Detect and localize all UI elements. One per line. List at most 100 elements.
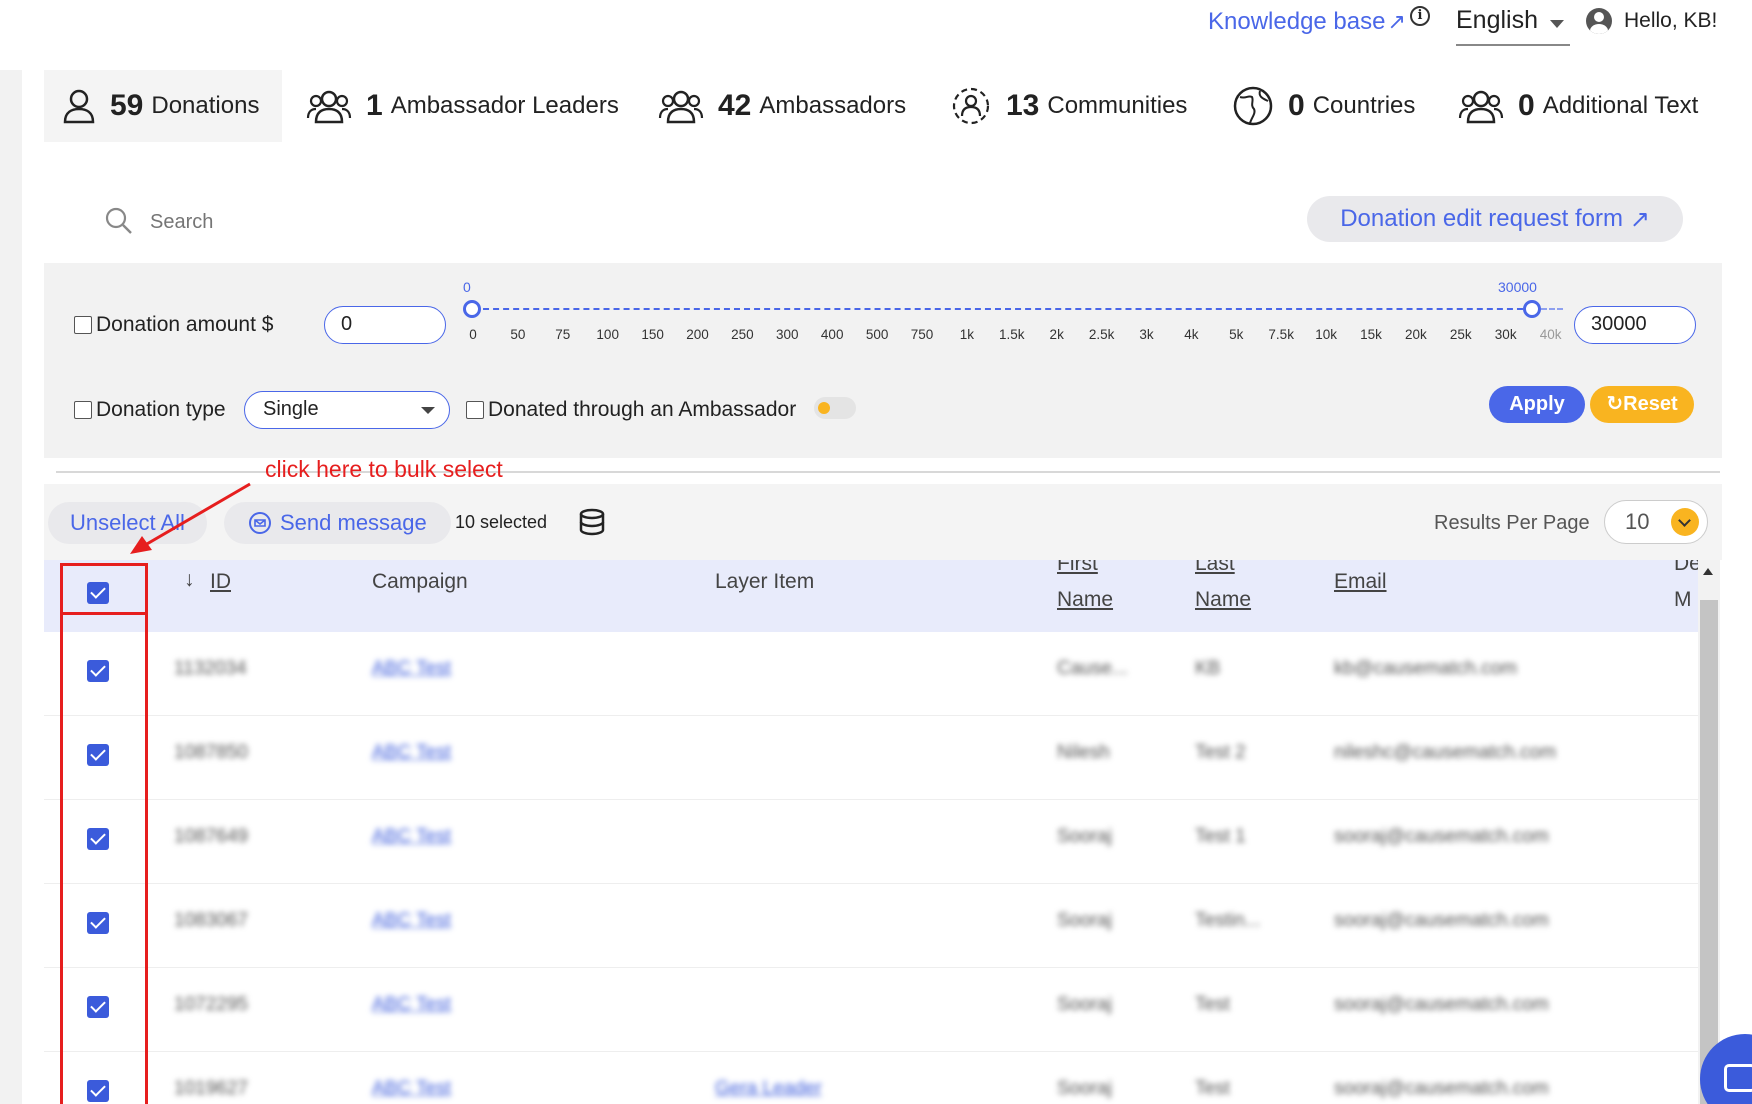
slider-tick: 3k	[1139, 327, 1154, 342]
slider-tick: 250	[731, 327, 754, 342]
donation-type-select[interactable]: Single	[244, 391, 450, 429]
table-scrollbar[interactable]	[1698, 560, 1720, 1104]
slider-max-handle[interactable]	[1523, 300, 1541, 318]
chevron-down-icon	[421, 407, 435, 414]
cell-first: Sooraj	[1057, 826, 1112, 847]
min-amount-input[interactable]: 0	[324, 306, 446, 344]
table-row[interactable]: 1132034 ABC Test Cause... KB kb@causematch.c…	[44, 632, 1698, 716]
person-icon	[63, 89, 95, 124]
cell-campaign[interactable]: ABC Test	[372, 742, 451, 764]
slider-tick: 7.5k	[1268, 327, 1294, 342]
results-per-page-select[interactable]: 10	[1604, 500, 1708, 544]
slider-tick: 100	[596, 327, 619, 342]
table-row[interactable]: 1087649 ABC Test Sooraj Test 1 sooraj@causem…	[44, 800, 1698, 884]
cell-id: 1083067	[174, 910, 248, 931]
ambassador-checkbox[interactable]	[466, 401, 484, 419]
column-last-name[interactable]: Last	[1195, 560, 1235, 576]
cell-first: Nilesh	[1057, 742, 1110, 763]
max-amount-input[interactable]: 30000	[1574, 306, 1696, 344]
selected-count: 10 selected	[455, 512, 548, 532]
slider-tick: 75	[555, 327, 571, 342]
apply-button[interactable]: Apply	[1489, 386, 1585, 423]
knowledge-base-link[interactable]: Knowledge base↗	[1208, 8, 1406, 36]
stat-ambassadors[interactable]: 42 Ambassadors	[658, 70, 906, 142]
slider-tick: 25k	[1449, 327, 1472, 342]
search-icon	[105, 207, 132, 234]
stat-communities[interactable]: 13 Communities	[950, 70, 1187, 142]
slider-tick: 500	[865, 327, 889, 342]
slider-tick: 50	[510, 327, 526, 342]
ambassador-toggle[interactable]	[814, 397, 856, 419]
column-campaign: Campaign	[372, 570, 468, 593]
table-row[interactable]: 1072295 ABC Test Sooraj Test sooraj@causemat…	[44, 968, 1698, 1052]
cell-first: Sooraj	[1057, 910, 1112, 931]
table-row[interactable]: 1019627 ABC Test Gera Leader Sooraj Test soor…	[44, 1052, 1698, 1104]
column-email[interactable]: Email	[1334, 570, 1387, 594]
reset-button[interactable]: ↻Reset	[1590, 386, 1694, 423]
language-select[interactable]: English	[1456, 6, 1570, 46]
donation-type-filter: Donation type	[74, 398, 226, 422]
donation-edit-request-form-button[interactable]: Donation edit request form ↗	[1307, 196, 1683, 242]
stat-countries[interactable]: 0 Countries	[1232, 70, 1415, 142]
amount-range-slider[interactable]: 0 30000 0 50 75 100 150 200 250 300 400 500 750 1k 1…	[459, 263, 1607, 363]
info-icon[interactable]: i	[1410, 6, 1430, 26]
top-bar: Knowledge base↗ i English Hello, KB!	[0, 0, 1752, 70]
column-id[interactable]: ID	[210, 570, 231, 594]
annotation-arrow-icon	[130, 482, 251, 554]
user-menu[interactable]: Hello, KB!	[1586, 8, 1717, 34]
slider-max-label: 30000	[1498, 279, 1537, 295]
sort-arrow-icon[interactable]: ↓	[184, 568, 195, 592]
stat-ambassador-leaders[interactable]: 1 Ambassador Leaders	[306, 70, 619, 142]
cell-email: sooraj@causematch.com	[1334, 1078, 1549, 1099]
slider-tick: 15k	[1360, 327, 1382, 342]
cell-first: Sooraj	[1057, 994, 1112, 1015]
column-last-name-2[interactable]: Name	[1195, 588, 1251, 612]
cell-campaign[interactable]: ABC Test	[372, 994, 451, 1016]
cell-campaign[interactable]: ABC Test	[372, 826, 451, 848]
external-link-icon: ↗	[1629, 205, 1650, 233]
column-first-name-2[interactable]: Name	[1057, 588, 1113, 612]
table-header: ↓ ID Campaign Layer Item First Name Last…	[44, 560, 1698, 632]
cell-last: Test	[1195, 994, 1230, 1015]
table-row[interactable]: 1087850 ABC Test Nilesh Test 2 nileshc@cause…	[44, 716, 1698, 800]
cell-campaign[interactable]: ABC Test	[372, 658, 451, 680]
results-per-page-label: Results Per Page	[1434, 512, 1590, 534]
cell-campaign[interactable]: ABC Test	[372, 1078, 451, 1100]
slider-tick: 10k	[1315, 327, 1337, 342]
stat-donations[interactable]: 59 Donations	[44, 70, 282, 142]
stat-additional-text[interactable]: 0 Additional Text	[1458, 70, 1698, 142]
slider-tick: 20k	[1405, 327, 1427, 342]
cell-layer[interactable]: Gera Leader	[715, 1078, 822, 1100]
left-sidebar-edge	[0, 70, 22, 1104]
column-de-2: M	[1674, 588, 1692, 611]
cell-email: nileshc@causematch.com	[1334, 742, 1557, 763]
external-link-icon: ↗	[1387, 9, 1406, 34]
cell-last: Testin...	[1195, 910, 1261, 931]
language-value: English	[1456, 6, 1538, 34]
slider-tick: 200	[686, 327, 709, 342]
slider-min-handle[interactable]	[463, 300, 481, 318]
donation-amount-checkbox[interactable]	[74, 316, 92, 334]
cell-last: Test 1	[1195, 826, 1246, 847]
scroll-up-icon[interactable]	[1703, 568, 1713, 575]
cell-email: sooraj@causematch.com	[1334, 826, 1549, 847]
group-icon	[306, 90, 352, 124]
search-input[interactable]	[150, 204, 650, 240]
slider-min-label: 0	[463, 279, 471, 295]
slider-tick: 2k	[1049, 327, 1064, 342]
cell-campaign[interactable]: ABC Test	[372, 910, 451, 932]
slider-tick: 40k	[1539, 327, 1562, 342]
cell-id: 1019627	[174, 1078, 248, 1099]
column-de: De	[1674, 560, 1698, 575]
column-first-name[interactable]: First	[1057, 560, 1098, 576]
donation-type-checkbox[interactable]	[74, 401, 92, 419]
scroll-thumb[interactable]	[1700, 600, 1718, 1104]
bulk-action-toolbar: Unselect All Send message 10 selected Re…	[44, 484, 1722, 560]
slider-tick: 5k	[1229, 327, 1244, 342]
group-icon	[658, 90, 704, 124]
chevron-down-icon	[1671, 508, 1699, 536]
donation-amount-filter: Donation amount $	[74, 313, 273, 337]
database-icon[interactable]	[578, 508, 606, 536]
table-row[interactable]: 1083067 ABC Test Sooraj Testin... sooraj@cau…	[44, 884, 1698, 968]
cell-id: 1132034	[174, 658, 247, 679]
